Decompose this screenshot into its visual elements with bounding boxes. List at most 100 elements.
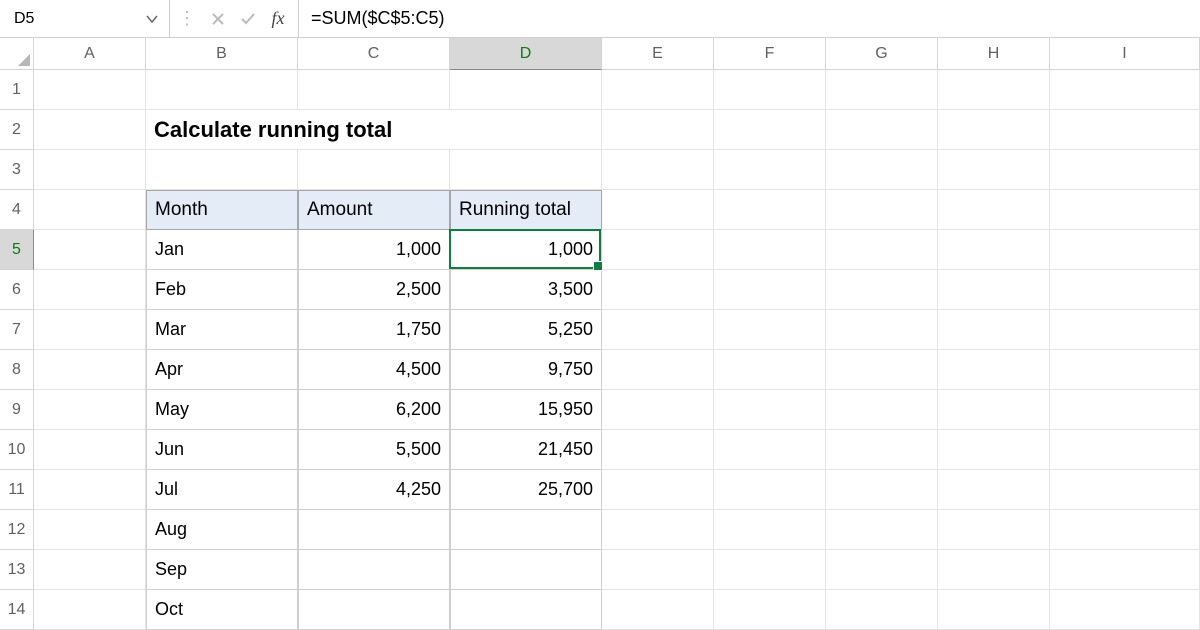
cell-running-Jul[interactable]: 25,700 (450, 470, 602, 510)
cell-I9[interactable] (1050, 390, 1200, 430)
cell-I4[interactable] (1050, 190, 1200, 230)
cell-running-May[interactable]: 15,950 (450, 390, 602, 430)
name-box[interactable]: D5 (0, 0, 170, 37)
fx-icon[interactable]: fx (266, 7, 290, 31)
cell-E12[interactable] (602, 510, 714, 550)
cell-month-May[interactable]: May (146, 390, 298, 430)
cell-I3[interactable] (1050, 150, 1200, 190)
cell-G3[interactable] (826, 150, 938, 190)
cell-month-Feb[interactable]: Feb (146, 270, 298, 310)
cell-running-Sep[interactable] (450, 550, 602, 590)
cell-H11[interactable] (938, 470, 1050, 510)
cell-F3[interactable] (714, 150, 826, 190)
cell-E11[interactable] (602, 470, 714, 510)
row-header-6[interactable]: 6 (0, 270, 34, 310)
cancel-icon[interactable] (206, 7, 230, 31)
cell-F2[interactable] (714, 110, 826, 150)
col-header-B[interactable]: B (146, 38, 298, 70)
cell-A14[interactable] (34, 590, 146, 630)
cell-H10[interactable] (938, 430, 1050, 470)
cell-G10[interactable] (826, 430, 938, 470)
row-header-5[interactable]: 5 (0, 230, 34, 270)
cell-H7[interactable] (938, 310, 1050, 350)
cell-E13[interactable] (602, 550, 714, 590)
cell-A11[interactable] (34, 470, 146, 510)
row-header-14[interactable]: 14 (0, 590, 34, 630)
cell-amount-Mar[interactable]: 1,750 (298, 310, 450, 350)
cell-H12[interactable] (938, 510, 1050, 550)
cell-running-Jun[interactable]: 21,450 (450, 430, 602, 470)
row-header-7[interactable]: 7 (0, 310, 34, 350)
cell-amount-Oct[interactable] (298, 590, 450, 630)
col-header-G[interactable]: G (826, 38, 938, 70)
cell-month-Sep[interactable]: Sep (146, 550, 298, 590)
row-header-2[interactable]: 2 (0, 110, 34, 150)
cell-E7[interactable] (602, 310, 714, 350)
cell-amount-Apr[interactable]: 4,500 (298, 350, 450, 390)
cell-A12[interactable] (34, 510, 146, 550)
accept-icon[interactable] (236, 7, 260, 31)
cell-F5[interactable] (714, 230, 826, 270)
cell-E2[interactable] (602, 110, 714, 150)
cell-A5[interactable] (34, 230, 146, 270)
table-header-amount[interactable]: Amount (298, 190, 450, 230)
cell-F1[interactable] (714, 70, 826, 110)
cell-month-Jan[interactable]: Jan (146, 230, 298, 270)
cell-F8[interactable] (714, 350, 826, 390)
cell-E10[interactable] (602, 430, 714, 470)
cell-amount-Aug[interactable] (298, 510, 450, 550)
cell-C3[interactable] (298, 150, 450, 190)
cell-running-Feb[interactable]: 3,500 (450, 270, 602, 310)
cell-H2[interactable] (938, 110, 1050, 150)
cell-E5[interactable] (602, 230, 714, 270)
cell-A9[interactable] (34, 390, 146, 430)
select-all-corner[interactable] (0, 38, 34, 70)
cell-F12[interactable] (714, 510, 826, 550)
cell-running-Aug[interactable] (450, 510, 602, 550)
cell-A1[interactable] (34, 70, 146, 110)
cell-B1[interactable] (146, 70, 298, 110)
cell-H6[interactable] (938, 270, 1050, 310)
cell-G2[interactable] (826, 110, 938, 150)
cell-E4[interactable] (602, 190, 714, 230)
cell-H8[interactable] (938, 350, 1050, 390)
cell-I13[interactable] (1050, 550, 1200, 590)
cell-month-Aug[interactable]: Aug (146, 510, 298, 550)
row-header-10[interactable]: 10 (0, 430, 34, 470)
row-header-8[interactable]: 8 (0, 350, 34, 390)
cell-I1[interactable] (1050, 70, 1200, 110)
cell-G5[interactable] (826, 230, 938, 270)
cell-G12[interactable] (826, 510, 938, 550)
cell-A2[interactable] (34, 110, 146, 150)
cell-C1[interactable] (298, 70, 450, 110)
row-header-3[interactable]: 3 (0, 150, 34, 190)
cell-G1[interactable] (826, 70, 938, 110)
cell-G4[interactable] (826, 190, 938, 230)
cell-D1[interactable] (450, 70, 602, 110)
cell-I5[interactable] (1050, 230, 1200, 270)
cell-month-Oct[interactable]: Oct (146, 590, 298, 630)
cell-D3[interactable] (450, 150, 602, 190)
cell-H9[interactable] (938, 390, 1050, 430)
cell-G8[interactable] (826, 350, 938, 390)
cell-month-Jul[interactable]: Jul (146, 470, 298, 510)
cells-area[interactable]: Calculate running totalMonthAmountRunnin… (34, 70, 1200, 630)
cell-I8[interactable] (1050, 350, 1200, 390)
cell-A13[interactable] (34, 550, 146, 590)
cell-F10[interactable] (714, 430, 826, 470)
cell-F13[interactable] (714, 550, 826, 590)
cell-amount-Jul[interactable]: 4,250 (298, 470, 450, 510)
row-header-11[interactable]: 11 (0, 470, 34, 510)
cell-amount-Jun[interactable]: 5,500 (298, 430, 450, 470)
row-header-13[interactable]: 13 (0, 550, 34, 590)
cell-G13[interactable] (826, 550, 938, 590)
cell-month-Apr[interactable]: Apr (146, 350, 298, 390)
cell-F9[interactable] (714, 390, 826, 430)
cell-H14[interactable] (938, 590, 1050, 630)
cell-F7[interactable] (714, 310, 826, 350)
col-header-C[interactable]: C (298, 38, 450, 70)
cell-H4[interactable] (938, 190, 1050, 230)
cell-E6[interactable] (602, 270, 714, 310)
cell-F4[interactable] (714, 190, 826, 230)
cell-G11[interactable] (826, 470, 938, 510)
